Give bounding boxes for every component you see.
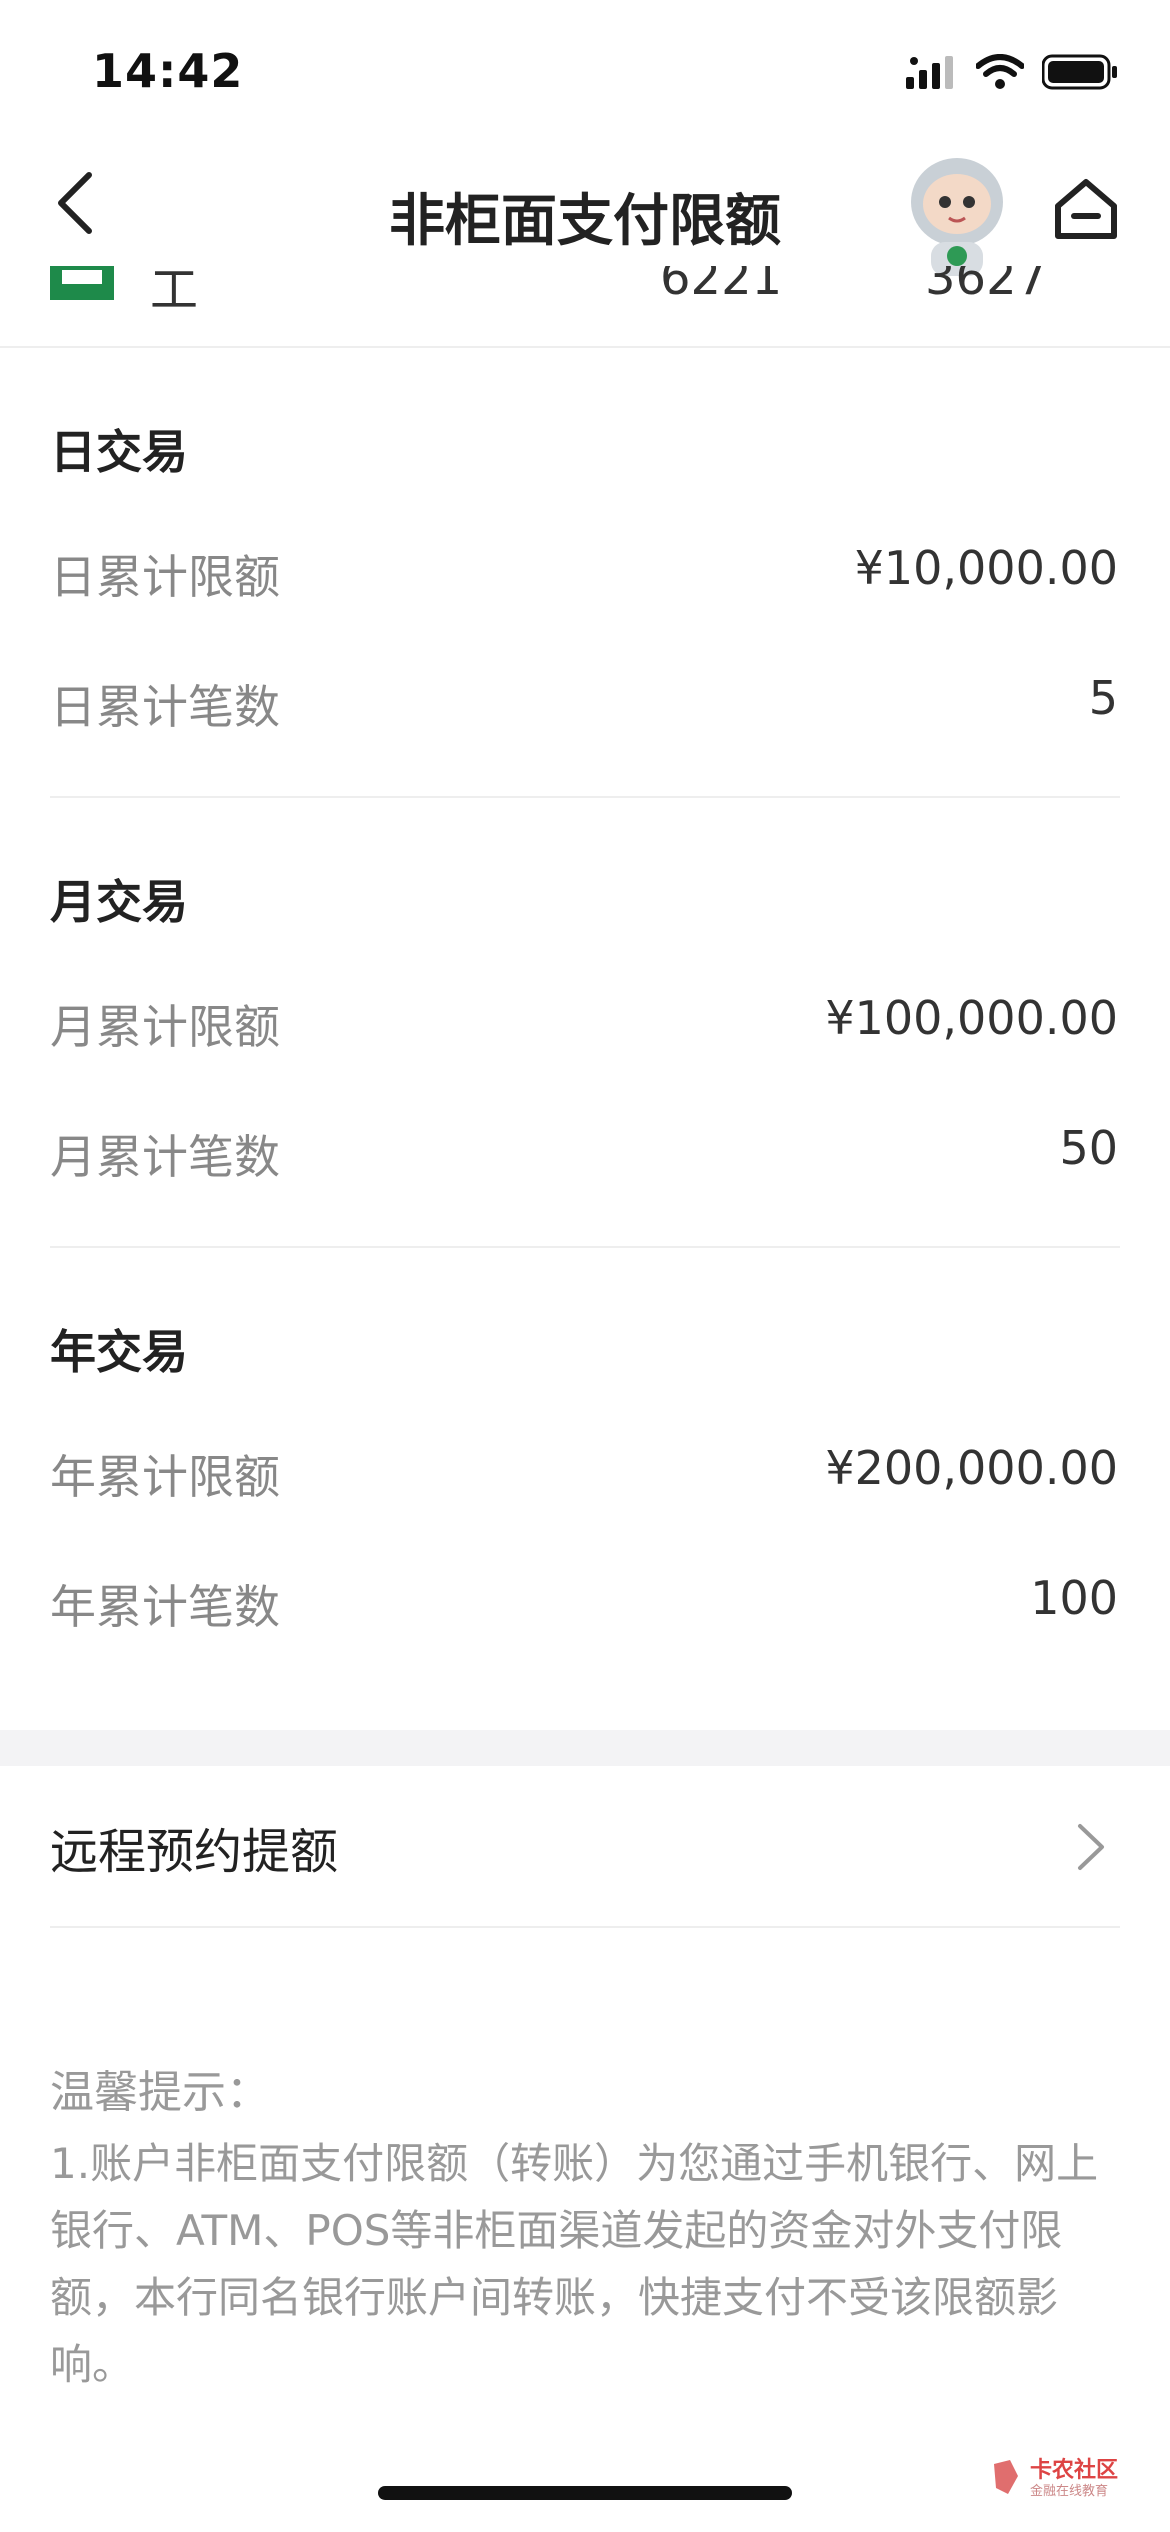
- status-icons: [906, 52, 1118, 92]
- daily-limit-value: ¥10,000.00: [854, 541, 1118, 595]
- tips-item-1: 1.账户非柜面支付限额（转账）为您通过手机银行、网上银行、ATM、POS等非柜面…: [50, 2139, 1099, 2389]
- divider: [50, 1246, 1120, 1248]
- home-indicator[interactable]: [378, 2486, 792, 2500]
- monthly-limit-label: 月累计限额: [50, 1000, 280, 1054]
- status-bar: 14:42: [0, 0, 1170, 140]
- navigation-bar: 非柜面支付限额: [0, 140, 1170, 280]
- assistant-mascot-icon[interactable]: [905, 154, 1009, 278]
- divider: [50, 796, 1120, 798]
- card-number-end: 3627: [925, 266, 1048, 306]
- remote-limit-increase-row[interactable]: 远程预约提额: [0, 1766, 1170, 1926]
- section-title-daily: 日交易: [50, 425, 188, 479]
- daily-limit-label: 日累计限额: [50, 550, 280, 604]
- wifi-icon: [976, 54, 1024, 89]
- section-title-monthly: 月交易: [50, 875, 188, 929]
- tips-title: 温馨提示：: [50, 2067, 270, 2118]
- daily-count-value: 5: [1088, 671, 1118, 725]
- chevron-right-icon: [1078, 1824, 1104, 1870]
- monthly-count-value: 50: [1059, 1121, 1118, 1175]
- home-icon: [1055, 179, 1117, 239]
- cellular-signal-icon: [906, 56, 953, 89]
- monthly-count-label: 月累计笔数: [50, 1130, 280, 1184]
- bank-logo-icon: [50, 266, 114, 300]
- yearly-limit-label: 年累计限额: [50, 1450, 280, 1504]
- bank-card-row[interactable]: 工 6221 3627: [0, 266, 1170, 346]
- watermark-subtitle: 金融在线教育: [1030, 2484, 1109, 2499]
- card-name-fragment: 工: [150, 266, 199, 318]
- yearly-count-label: 年累计笔数: [50, 1580, 280, 1634]
- section-title-yearly: 年交易: [50, 1325, 188, 1379]
- daily-count-label: 日累计笔数: [50, 680, 280, 734]
- remote-limit-increase-label: 远程预约提额: [50, 1824, 339, 1880]
- battery-icon: [1042, 54, 1117, 90]
- status-time: 14:42: [92, 44, 244, 98]
- monthly-limit-value: ¥100,000.00: [825, 991, 1118, 1045]
- home-button[interactable]: [1050, 172, 1122, 244]
- yearly-count-value: 100: [1030, 1571, 1118, 1625]
- yearly-limit-value: ¥200,000.00: [825, 1441, 1118, 1495]
- divider: [50, 1926, 1120, 1928]
- section-separator: [0, 1730, 1170, 1766]
- divider: [0, 346, 1170, 348]
- card-number-start: 6221: [660, 266, 783, 306]
